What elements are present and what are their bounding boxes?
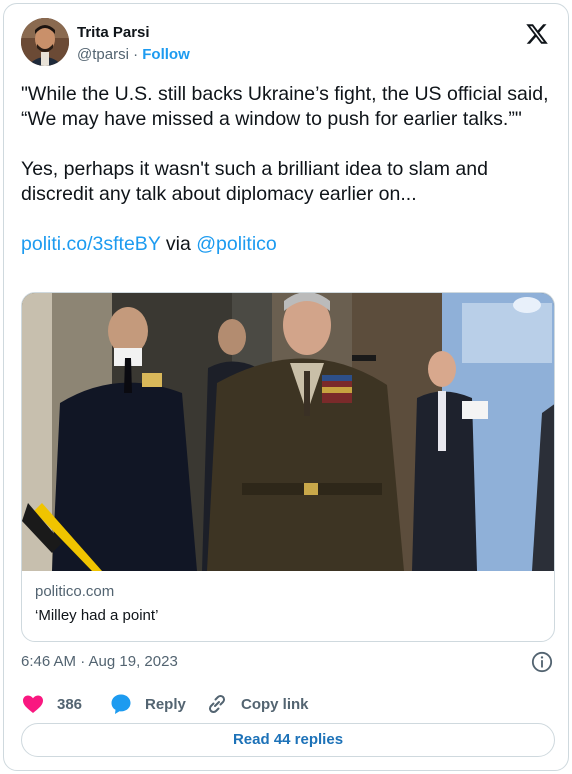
- link-preview-title: ‘Milley had a point’: [35, 607, 159, 624]
- copy-link-label: Copy link: [241, 695, 309, 713]
- author-handle[interactable]: @tparsi: [77, 46, 129, 63]
- heart-icon: [23, 695, 43, 713]
- link-icon: [208, 694, 226, 714]
- reply-label: Reply: [145, 695, 186, 713]
- read-replies-button[interactable]: Read 44 replies: [21, 723, 555, 757]
- handle-separator: ·: [133, 46, 139, 63]
- author-handle-row: @tparsi · Follow: [77, 45, 190, 65]
- author-avatar[interactable]: [21, 18, 69, 66]
- x-logo-icon[interactable]: [525, 22, 549, 46]
- author-info: Trita Parsi @tparsi · Follow: [77, 23, 190, 65]
- link-preview-domain: politico.com: [35, 583, 115, 600]
- info-icon[interactable]: [531, 651, 553, 673]
- reply-button[interactable]: Reply: [109, 691, 186, 717]
- like-button[interactable]: 386: [21, 691, 82, 717]
- tweet-link[interactable]: politi.co/3sfteBY: [21, 233, 160, 255]
- tweet-card: Trita Parsi @tparsi · Follow "While the …: [3, 3, 569, 771]
- author-name[interactable]: Trita Parsi: [77, 23, 190, 43]
- link-preview-meta: politico.com ‘Milley had a point’: [35, 582, 158, 626]
- copy-link-button[interactable]: Copy link: [205, 691, 309, 717]
- politico-mention[interactable]: @politico: [196, 233, 277, 255]
- tweet-timestamp[interactable]: 6:46 AM · Aug 19, 2023: [21, 652, 178, 672]
- like-count: 386: [57, 695, 83, 713]
- reply-bubble-icon: [111, 694, 131, 714]
- tweet-actions: 386 Reply Copy link: [21, 691, 551, 717]
- avatar-image: [21, 18, 69, 66]
- tweet-text: "While the U.S. still backs Ukraine’s fi…: [21, 82, 551, 257]
- follow-button[interactable]: Follow: [142, 46, 190, 63]
- tweet-paragraph-1: "While the U.S. still backs Ukraine’s fi…: [21, 83, 554, 130]
- tweet-header: Trita Parsi @tparsi · Follow: [21, 18, 551, 70]
- via-text: via: [165, 233, 191, 255]
- link-preview-card[interactable]: politico.com ‘Milley had a point’: [21, 292, 555, 642]
- article-image: [22, 293, 554, 571]
- tweet-paragraph-2: Yes, perhaps it wasn't such a brilliant …: [21, 158, 494, 205]
